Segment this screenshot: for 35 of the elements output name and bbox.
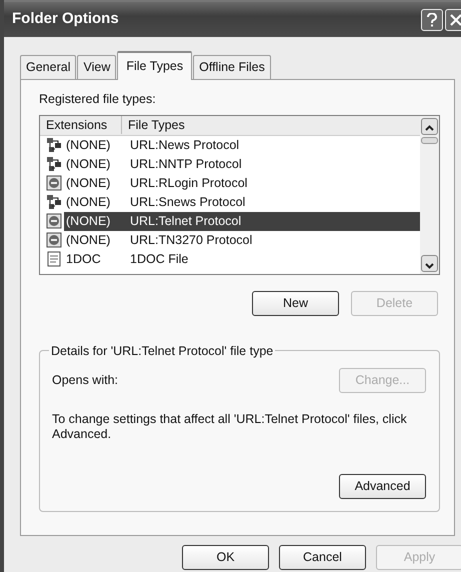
list-row[interactable]: (NONE) URL:Snews Protocol (64, 192, 420, 212)
file-type-icon (46, 251, 62, 267)
description-text: To change settings that affect all 'URL:Telnet Protocol' files, click Advanced. (52, 412, 408, 442)
file-type-icon (46, 156, 62, 172)
tab[interactable]: General (20, 55, 76, 79)
list-row[interactable]: (NONE) URL:NNTP Protocol (64, 154, 420, 174)
cancel-button[interactable]: Cancel (279, 544, 366, 570)
ok-button[interactable]: OK (182, 544, 269, 570)
tab[interactable]: File Types (117, 51, 192, 80)
list-row[interactable]: (NONE) URL:News Protocol (64, 136, 420, 154)
scroll-down-icon[interactable] (421, 254, 438, 272)
file-type-icon (46, 232, 62, 248)
column-header[interactable]: Extensions (40, 116, 122, 134)
list-row[interactable]: (NONE) URL:RLogin Protocol (64, 174, 420, 192)
file-type-icon (46, 137, 62, 153)
scroll-up-icon[interactable] (421, 118, 438, 134)
new-button[interactable]: New (252, 290, 339, 316)
tab[interactable]: View (77, 55, 116, 79)
tab[interactable]: Offline Files (193, 55, 271, 79)
advanced-button[interactable]: Advanced (339, 474, 426, 498)
list-row[interactable]: (NONE) URL:TN3270 Protocol (64, 230, 420, 250)
column-header[interactable]: File Types (122, 116, 420, 134)
scrollbar[interactable] (420, 116, 439, 274)
field-label: Opens with: (52, 372, 118, 390)
file-types-list[interactable]: Extensions File Types (NONE) URL:News Protocol (NONE) URL:NNTP Protocol (NONE) URL:RLogin Protocol (NONE) URL:Snews Protocol (NONE) URL:Telnet Protocol (NONE) URL:TN3270 Protocol 1DOC 1DOC File (39, 114, 440, 274)
scroll-thumb[interactable] (421, 136, 438, 144)
list-row[interactable]: (NONE) URL:Telnet Protocol (64, 212, 420, 230)
help-icon[interactable] (421, 8, 443, 30)
window-title: Folder Options (12, 9, 120, 30)
close-icon[interactable] (445, 8, 461, 30)
list-row[interactable]: 1DOC 1DOC File (64, 250, 420, 268)
file-type-icon (46, 213, 62, 229)
file-type-icon (46, 194, 62, 210)
file-type-icon (46, 175, 62, 191)
field-label: Registered file types: (39, 90, 157, 108)
